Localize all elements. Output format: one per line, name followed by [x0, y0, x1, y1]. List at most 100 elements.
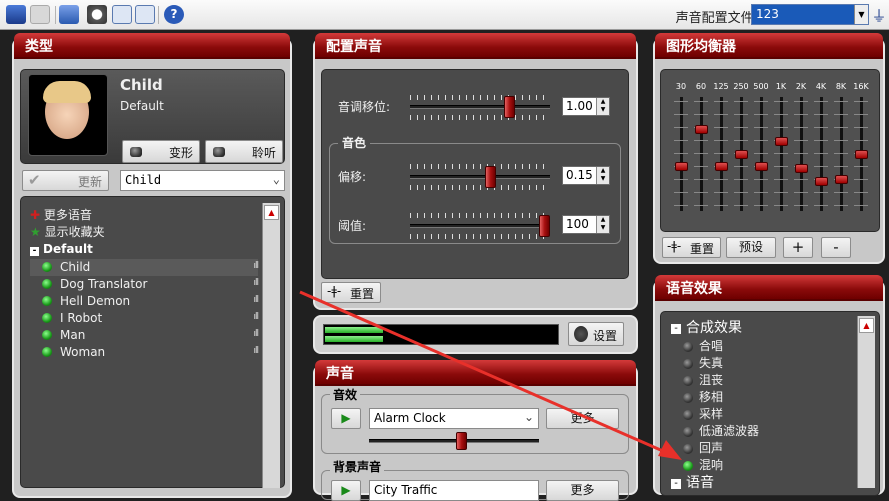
effect-select-value: Alarm Clock	[374, 411, 446, 425]
update-button[interactable]: ✔ 更新	[22, 170, 109, 191]
eq-band-knob[interactable]	[775, 136, 788, 146]
eq-tick	[674, 205, 688, 206]
effect-led-icon	[683, 358, 693, 369]
voice-item[interactable]: Dog Translator ıll	[30, 276, 259, 293]
eq-band-knob[interactable]	[675, 162, 688, 172]
threshold-slider[interactable]	[410, 224, 550, 228]
eq-minus-button[interactable]: -	[821, 237, 851, 258]
profile-combo[interactable]: 123 ▼	[751, 4, 869, 25]
voice-item[interactable]: Child ıll	[30, 259, 259, 276]
eq-tick	[674, 153, 688, 154]
eq-band-knob[interactable]	[755, 162, 768, 172]
eq-tick	[774, 101, 788, 102]
waveform-icon[interactable]	[112, 5, 132, 24]
save-icon[interactable]	[6, 5, 26, 24]
group-default[interactable]: - Default	[30, 242, 93, 256]
scroll-up-icon[interactable]: ▲	[859, 318, 874, 333]
effect-volume-thumb[interactable]	[456, 432, 468, 450]
eq-reset-label: 重置	[689, 242, 714, 256]
effects-scrollbar[interactable]: ▲	[857, 316, 875, 488]
effect-volume-slider[interactable]	[369, 439, 539, 443]
bg-more-button[interactable]: 更多	[546, 480, 619, 501]
eq-tick	[734, 101, 748, 102]
pitch-spinner[interactable]: 1.00	[562, 97, 610, 116]
morph-button[interactable]: 变形	[122, 140, 200, 163]
voice-select[interactable]: Child ⌄	[120, 170, 285, 191]
eq-band-knob[interactable]	[735, 149, 748, 159]
eq-reset-button[interactable]: -ǂ- 重置	[662, 237, 721, 258]
threshold-spinner[interactable]: 100	[562, 215, 610, 234]
pitch-thumb[interactable]	[504, 96, 516, 118]
effect-item-label: 低通滤波器	[699, 424, 760, 438]
voice-list-scrollbar[interactable]: ▲	[262, 203, 280, 488]
morph-label: 变形	[168, 146, 193, 160]
voice-item[interactable]: Woman ıll	[30, 344, 259, 361]
eq-tick	[814, 140, 828, 141]
eq-band-knob[interactable]	[835, 174, 848, 184]
image-icon[interactable]	[135, 5, 155, 24]
play-bg-button[interactable]: ▶	[331, 480, 361, 501]
signal-icon: ıll	[253, 312, 258, 322]
effect-item[interactable]: 采样	[683, 405, 723, 422]
eq-band-knob[interactable]	[715, 162, 728, 172]
voice-name: Child	[120, 76, 163, 94]
chevron-down-icon[interactable]: ▼	[854, 5, 868, 24]
eq-tick	[834, 205, 848, 206]
effect-item[interactable]: 沮丧	[683, 371, 723, 388]
voice-label: Hell Demon	[60, 294, 131, 308]
plug-icon[interactable]	[59, 5, 79, 24]
effect-item[interactable]: 低通滤波器	[683, 422, 759, 439]
effect-group-voice[interactable]: - 语音	[671, 472, 714, 492]
effect-item-label: 移相	[699, 390, 724, 404]
eq-tick	[814, 166, 828, 167]
eq-preset-button[interactable]: 预设	[726, 237, 776, 258]
play-effect-button[interactable]: ▶	[331, 408, 361, 429]
bg-select[interactable]: City Traffic	[369, 480, 539, 501]
show-favorites-link[interactable]: ★ 显示收藏夹	[30, 223, 105, 240]
threshold-thumb[interactable]	[539, 215, 550, 237]
offset-thumb[interactable]	[484, 166, 496, 188]
speaker-icon	[574, 326, 588, 342]
effect-item[interactable]: 合唱	[683, 337, 723, 354]
eq-tick	[814, 192, 828, 193]
voice-item[interactable]: Hell Demon ıll	[30, 293, 259, 310]
config-reset-button[interactable]: -ǂ- 重置	[321, 282, 381, 303]
eq-tick	[774, 127, 788, 128]
filter-icon[interactable]: ⏚	[871, 5, 887, 25]
more-voices-link[interactable]: ✚ 更多语音	[30, 206, 92, 223]
effect-item[interactable]: 移相	[683, 388, 723, 405]
offset-spinner[interactable]: 0.15	[562, 166, 610, 185]
eq-band-knob[interactable]	[815, 176, 828, 186]
voice-item[interactable]: I Robot ıll	[30, 310, 259, 327]
effect-more-button[interactable]: 更多	[546, 408, 619, 429]
scroll-up-icon[interactable]: ▲	[264, 205, 279, 220]
effect-select[interactable]: Alarm Clock ⌄	[369, 408, 539, 429]
eq-tick	[814, 101, 828, 102]
offset-slider[interactable]	[410, 175, 550, 179]
keyboard-icon[interactable]	[30, 5, 50, 24]
meter-settings-button[interactable]: 设置	[568, 322, 624, 346]
threshold-value: 100	[566, 217, 589, 231]
effect-group-synth[interactable]: - 合成效果	[671, 317, 742, 337]
effect-item[interactable]: 回声	[683, 439, 723, 456]
voice-label: Dog Translator	[60, 277, 148, 291]
eq-plus-button[interactable]: +	[783, 237, 813, 258]
offset-value: 0.15	[566, 168, 593, 182]
clock-icon[interactable]	[87, 5, 107, 24]
listen-button[interactable]: 聆听	[205, 140, 283, 163]
eq-tick	[814, 153, 828, 154]
listen-led-icon	[213, 147, 225, 157]
eq-band-knob[interactable]	[855, 149, 868, 159]
eq-tick	[694, 179, 708, 180]
pitch-slider[interactable]	[410, 105, 550, 109]
eq-tick	[694, 153, 708, 154]
eq-band-knob[interactable]	[795, 164, 808, 174]
help-icon[interactable]: ?	[164, 5, 184, 24]
effect-item[interactable]: 失真	[683, 354, 723, 371]
effect-item[interactable]: 混响	[683, 456, 723, 473]
pitch-ticks	[410, 115, 550, 120]
type-panel-title: 类型	[14, 33, 290, 59]
voice-item[interactable]: Man ıll	[30, 327, 259, 344]
eq-band-knob[interactable]	[695, 125, 708, 135]
signal-icon: ıll	[253, 295, 258, 305]
